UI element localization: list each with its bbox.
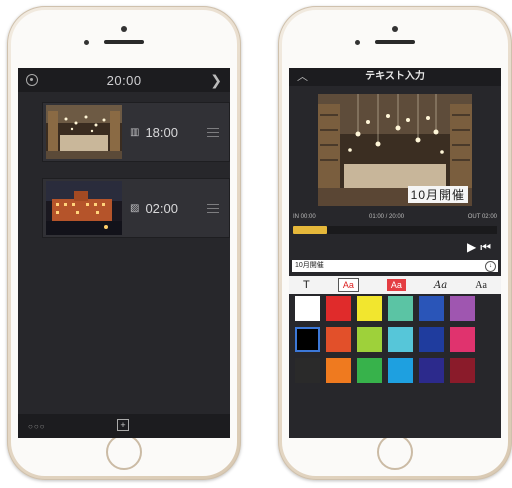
color-swatch[interactable] [419, 358, 444, 383]
timeline-screen: 20:00 ❯ ▥ 18:00 ▨ 02:00 ○○○ + [18, 68, 230, 438]
color-swatch[interactable] [450, 358, 475, 383]
color-swatch[interactable] [450, 296, 475, 321]
video-preview: 10月開催 [318, 94, 472, 206]
text-input-screen: ︿ テキスト入力 10月開催 IN 00:00 01:00 / 20:00 OU… [289, 68, 501, 438]
left-phone-frame: 20:00 ❯ ▥ 18:00 ▨ 02:00 ○○○ + [7, 6, 241, 480]
color-swatch[interactable] [419, 327, 444, 352]
font-style-filled[interactable]: Aa [386, 279, 406, 291]
chevron-up-icon[interactable]: ︿ [297, 68, 308, 86]
screen-title: テキスト入力 [365, 71, 425, 82]
color-palette [295, 296, 475, 383]
front-camera [121, 26, 127, 32]
color-swatch[interactable] [388, 327, 413, 352]
in-point-label: IN 00:00 [293, 214, 316, 220]
font-style-outlined[interactable]: Aa [337, 278, 359, 292]
right-phone-frame: ︿ テキスト入力 10月開催 IN 00:00 01:00 / 20:00 OU… [278, 6, 512, 480]
drag-handle-icon[interactable] [207, 201, 219, 216]
caption-text-input[interactable]: 10月開催 ↓ [292, 260, 498, 272]
color-swatch[interactable] [357, 358, 382, 383]
home-button[interactable] [377, 434, 413, 470]
bottom-bar: ○○○ + [18, 414, 230, 438]
playback-controls: ▶⏮ [467, 240, 495, 255]
font-style-bar: T Aa Aa Aa Aa [289, 276, 501, 294]
color-swatch[interactable] [326, 327, 351, 352]
font-style-serif[interactable]: Aa [475, 280, 487, 291]
clip-duration: 02:00 [145, 200, 178, 216]
download-circle-icon[interactable]: ↓ [485, 261, 496, 272]
color-swatch[interactable] [295, 296, 320, 321]
text-overlay-caption[interactable]: 10月開催 [407, 186, 468, 203]
skip-to-start-icon[interactable]: ⏮ [480, 240, 495, 254]
timeline-track[interactable] [293, 226, 497, 234]
color-swatch[interactable] [295, 358, 320, 383]
color-swatch[interactable] [326, 358, 351, 383]
text-range-selection[interactable] [293, 226, 327, 234]
top-bar: 20:00 ❯ [18, 68, 230, 92]
color-swatch[interactable] [450, 327, 475, 352]
playhead-position: 01:00 / 20:00 [369, 214, 405, 220]
ellipsis-icon[interactable]: ○○○ [28, 422, 46, 431]
gear-icon[interactable] [26, 74, 38, 86]
drag-handle-icon[interactable] [207, 125, 219, 140]
chevron-right-icon[interactable]: ❯ [210, 72, 222, 89]
color-swatch[interactable] [419, 296, 444, 321]
color-swatch[interactable] [357, 327, 382, 352]
earpiece-speaker [104, 40, 144, 44]
total-duration: 20:00 [106, 72, 142, 88]
video-clip-icon: ▥ [130, 126, 140, 138]
photo-clip-icon: ▨ [130, 202, 140, 214]
proximity-sensor [84, 40, 89, 45]
earpiece-speaker [375, 40, 415, 44]
play-icon[interactable]: ▶ [467, 240, 480, 254]
top-bar: ︿ テキスト入力 [289, 68, 501, 86]
out-point-label: OUT 02:00 [467, 214, 497, 220]
clip-row[interactable]: ▨ 02:00 [42, 178, 230, 238]
clip-duration: 18:00 [145, 124, 178, 140]
clip-thumbnail-library [46, 105, 122, 159]
color-swatch[interactable] [357, 296, 382, 321]
add-clip-icon[interactable]: + [117, 419, 129, 431]
font-style-italic[interactable]: Aa [434, 280, 447, 291]
color-swatch[interactable] [388, 296, 413, 321]
font-style-plain[interactable]: T [303, 279, 310, 291]
clip-thumbnail-station [46, 181, 122, 235]
color-swatch[interactable] [388, 358, 413, 383]
front-camera [392, 26, 398, 32]
clip-row[interactable]: ▥ 18:00 [42, 102, 230, 162]
proximity-sensor [355, 40, 360, 45]
color-swatch[interactable] [326, 296, 351, 321]
caption-text-value: 10月開催 [295, 262, 324, 269]
color-swatch[interactable] [295, 327, 320, 352]
home-button[interactable] [106, 434, 142, 470]
